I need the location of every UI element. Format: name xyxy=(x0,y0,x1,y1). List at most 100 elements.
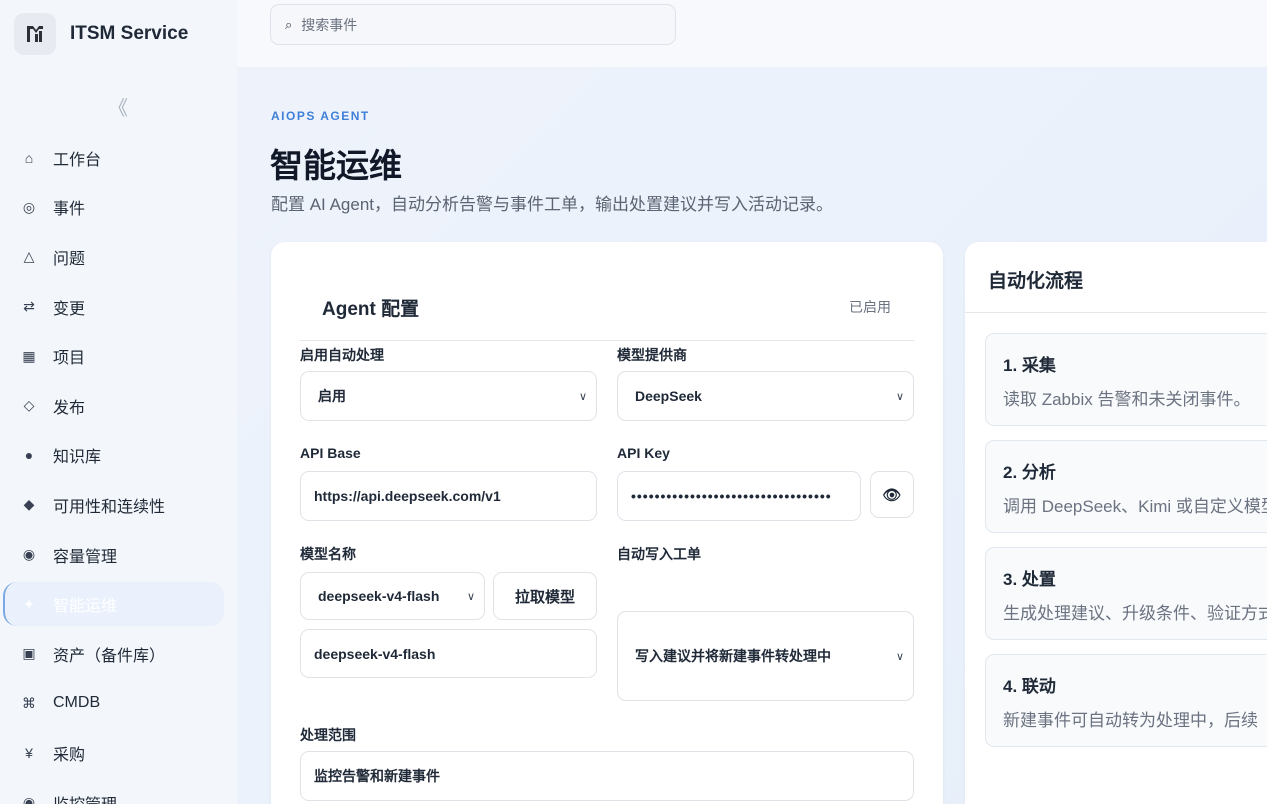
search-box[interactable]: ⌕ xyxy=(270,4,676,45)
sidebar-item-label: 智能运维 xyxy=(53,598,118,616)
brand[interactable]: ITSM Service xyxy=(0,0,237,67)
diamond-outline-icon: ◇ xyxy=(23,397,35,414)
provider-select[interactable]: DeepSeek ∨ xyxy=(617,371,914,421)
sidebar-item-label: 发布 xyxy=(53,399,86,417)
chevron-down-icon: ∨ xyxy=(895,390,904,403)
auto-write-select[interactable]: 写入建议并将新建事件转处理中 ∨ xyxy=(617,611,914,701)
flow-step: 1. 采集 读取 Zabbix 告警和未关闭事件。 xyxy=(985,333,1267,426)
step-title: 3. 处置 xyxy=(1003,570,1056,589)
sidebar-item-label: 问题 xyxy=(53,250,86,268)
grid-icon: ▦ xyxy=(22,347,36,364)
app-name: ITSM Service xyxy=(70,22,189,44)
sidebar-item-workbench[interactable]: ⌂ 工作台 xyxy=(0,133,237,183)
flow-step: 3. 处置 生成处理建议、升级条件、验证方式 xyxy=(985,547,1267,640)
page-eyebrow: AIOPS AGENT xyxy=(271,109,370,123)
sidebar-item-assets[interactable]: ▣ 资产（备件库） xyxy=(0,629,237,679)
enable-label: 启用自动处理 xyxy=(300,347,384,363)
sidebar-item-aiops[interactable]: ✦ 智能运维 xyxy=(0,579,237,629)
sidebar-item-label: 变更 xyxy=(53,300,86,318)
enable-select[interactable]: 启用 ∨ xyxy=(300,371,597,421)
command-icon: ⌘ xyxy=(22,694,36,711)
api-key-input[interactable]: •••••••••••••••••••••••••••••••••• xyxy=(617,471,861,521)
automation-flow-card: 自动化流程 1. 采集 读取 Zabbix 告警和未关闭事件。 2. 分析 调用… xyxy=(965,242,1267,804)
api-base-input[interactable]: https://api.deepseek.com/v1 xyxy=(300,471,597,521)
model-name-value: deepseek-v4-flash xyxy=(314,645,436,662)
sidebar-item-label: 容量管理 xyxy=(53,548,118,566)
provider-select-value: DeepSeek xyxy=(635,388,702,404)
search-input[interactable] xyxy=(301,16,642,33)
divider xyxy=(300,340,914,341)
target-icon: ◎ xyxy=(22,198,36,215)
step-title: 4. 联动 xyxy=(1003,677,1056,696)
sidebar-item-label: 可用性和连续性 xyxy=(53,498,166,516)
sidebar-item-capacity[interactable]: ◉ 容量管理 xyxy=(0,530,237,580)
auto-write-label: 自动写入工单 xyxy=(617,546,701,562)
sidebar-item-label: CMDB xyxy=(53,694,101,712)
sidebar-item-label: 采购 xyxy=(53,746,86,764)
model-name-input[interactable]: deepseek-v4-flash xyxy=(300,629,597,678)
sparkle-icon: ✦ xyxy=(23,595,35,612)
sidebar-item-label: 事件 xyxy=(53,201,86,219)
search-icon: ⌕ xyxy=(285,16,293,32)
sidebar-item-label: 资产（备件库） xyxy=(53,647,166,665)
sidebar-item-availability[interactable]: ◆ 可用性和连续性 xyxy=(0,480,237,530)
sidebar-item-label: 知识库 xyxy=(53,449,102,467)
sidebar-item-incidents[interactable]: ◎ 事件 xyxy=(0,183,237,233)
sidebar-item-cmdb[interactable]: ⌘ CMDB xyxy=(0,679,237,729)
auto-write-select-value: 写入建议并将新建事件转处理中 xyxy=(635,648,831,664)
page-description: 配置 AI Agent，自动分析告警与事件工单，输出处置建议并写入活动记录。 xyxy=(271,195,833,214)
sidebar-item-knowledge[interactable]: ● 知识库 xyxy=(0,431,237,481)
flow-step: 4. 联动 新建事件可自动转为处理中，后续 xyxy=(985,654,1267,747)
enable-select-value: 启用 xyxy=(318,388,346,404)
api-key-value: •••••••••••••••••••••••••••••••••• xyxy=(631,488,832,504)
main-content: AIOPS AGENT 智能运维 配置 AI Agent，自动分析告警与事件工单… xyxy=(237,67,1267,804)
sidebar-item-problems[interactable]: △ 问题 xyxy=(0,232,237,282)
sidebar-item-procurement[interactable]: ¥ 采购 xyxy=(0,728,237,778)
diamond-icon: ◆ xyxy=(23,496,35,513)
model-select[interactable]: deepseek-v4-flash ∨ xyxy=(300,572,485,620)
step-description: 调用 DeepSeek、Kimi 或自定义模型 xyxy=(1003,497,1267,516)
home-icon: ⌂ xyxy=(24,149,34,166)
scope-label: 处理范围 xyxy=(300,727,356,743)
sidebar-item-monitoring[interactable]: ◉ 监控管理 xyxy=(0,778,237,804)
page-title: 智能运维 xyxy=(270,147,402,184)
chevron-down-icon: ∨ xyxy=(466,590,475,603)
sidebar-item-label: 项目 xyxy=(53,350,86,368)
flow-title: 自动化流程 xyxy=(988,271,1084,292)
api-base-label: API Base xyxy=(300,445,361,461)
dot-icon: ● xyxy=(24,447,34,464)
sidebar-item-projects[interactable]: ▦ 项目 xyxy=(0,331,237,381)
status-badge: 已启用 xyxy=(849,299,891,315)
card-title: Agent 配置 xyxy=(322,299,420,320)
step-description: 读取 Zabbix 告警和未关闭事件。 xyxy=(1003,390,1251,409)
agent-config-card: Agent 配置 已启用 启用自动处理 启用 ∨ 模型提供商 DeepSeek … xyxy=(271,242,943,804)
sidebar-item-label: 工作台 xyxy=(53,151,102,169)
sidebar-item-changes[interactable]: ⇄ 变更 xyxy=(0,282,237,332)
chevron-down-icon: ∨ xyxy=(895,650,904,663)
flow-step: 2. 分析 调用 DeepSeek、Kimi 或自定义模型 xyxy=(985,440,1267,533)
monitor-icon: ◉ xyxy=(22,794,36,804)
scope-input[interactable]: 监控告警和新建事件 xyxy=(300,751,914,801)
model-label: 模型名称 xyxy=(300,546,356,562)
fetch-models-button[interactable]: 拉取模型 xyxy=(493,572,597,620)
step-title: 2. 分析 xyxy=(1003,463,1056,482)
scope-value: 监控告警和新建事件 xyxy=(314,768,440,784)
triangle-icon: △ xyxy=(23,248,35,265)
box-icon: ▣ xyxy=(22,645,36,662)
sidebar: ITSM Service 《 ⌂ 工作台 ◎ 事件 △ 问题 ⇄ 变更 ▦ 项目… xyxy=(0,0,237,804)
database-icon: ◉ xyxy=(22,546,36,563)
api-key-label: API Key xyxy=(617,445,670,461)
model-select-value: deepseek-v4-flash xyxy=(318,588,440,604)
step-description: 新建事件可自动转为处理中，后续 xyxy=(1003,711,1258,730)
toggle-visibility-button[interactable]: 👁 xyxy=(870,471,914,518)
divider xyxy=(965,312,1267,313)
eye-icon: 👁 xyxy=(882,486,902,504)
logo-icon xyxy=(14,12,56,55)
sidebar-nav: ⌂ 工作台 ◎ 事件 △ 问题 ⇄ 变更 ▦ 项目 ◇ 发布 ● 知识库 ◆ 可 xyxy=(0,133,237,804)
yen-icon: ¥ xyxy=(25,744,33,761)
collapse-sidebar-icon[interactable]: 《 xyxy=(108,92,128,121)
sidebar-item-releases[interactable]: ◇ 发布 xyxy=(0,381,237,431)
step-description: 生成处理建议、升级条件、验证方式 xyxy=(1003,604,1267,623)
swap-icon: ⇄ xyxy=(23,298,35,315)
step-title: 1. 采集 xyxy=(1003,356,1056,375)
